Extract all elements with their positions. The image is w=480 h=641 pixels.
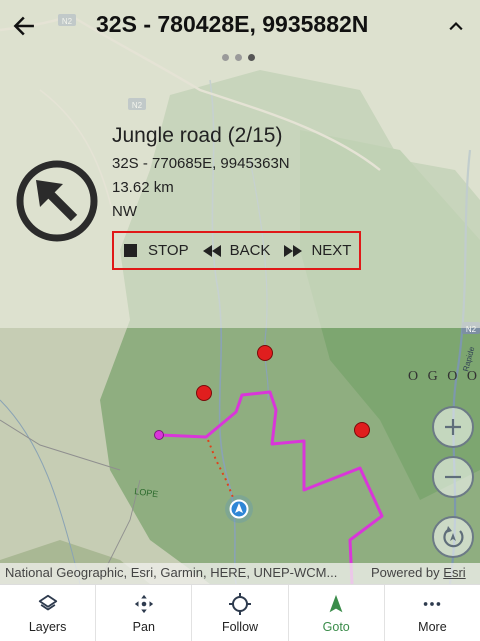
- waypoint-bearing: NW: [112, 203, 137, 220]
- pan-icon: [134, 594, 153, 614]
- esri-link[interactable]: Esri: [443, 565, 465, 580]
- plus-icon: [445, 419, 461, 435]
- navigation-icon: [329, 594, 343, 613]
- direction-arrow-icon: [16, 160, 98, 242]
- back-waypoint-button[interactable]: BACK: [202, 242, 271, 259]
- waypoint-name: Jungle road (2/15): [112, 124, 283, 147]
- next-label: NEXT: [311, 242, 352, 259]
- back-button[interactable]: [8, 10, 40, 42]
- current-location-marker: [225, 495, 253, 523]
- zoom-out-button[interactable]: [432, 456, 474, 498]
- nav-layers[interactable]: Layers: [0, 585, 95, 641]
- collapse-button[interactable]: [442, 12, 470, 40]
- waypoint-marker[interactable]: [354, 422, 370, 438]
- route-start-marker[interactable]: [154, 430, 164, 440]
- minus-icon: [445, 475, 461, 479]
- page-dot[interactable]: [235, 54, 242, 61]
- nav-label: Pan: [132, 620, 155, 634]
- powered-by: Powered by Esri: [371, 565, 466, 580]
- stop-button[interactable]: STOP: [124, 242, 189, 259]
- bottom-navigation: Layers Pan Follow Goto More: [0, 584, 480, 641]
- nav-label: Follow: [221, 620, 259, 634]
- powered-by-label: Powered by: [371, 565, 440, 580]
- arrow-left-icon: [13, 16, 34, 36]
- stop-icon: [124, 244, 137, 257]
- page-title: 32S - 780428E, 9935882N: [96, 11, 369, 37]
- fast-forward-icon: [284, 244, 303, 257]
- nav-label: More: [418, 620, 447, 634]
- rotate-icon: [443, 526, 464, 548]
- page-dot-active[interactable]: [248, 54, 255, 61]
- nav-goto[interactable]: Goto: [287, 585, 384, 641]
- map-attribution: National Geographic, Esri, Garmin, HERE,…: [0, 563, 480, 584]
- crosshair-icon: [229, 593, 251, 615]
- nav-follow[interactable]: Follow: [191, 585, 287, 641]
- waypoint-distance: 13.62 km: [112, 179, 174, 196]
- page-indicator: [222, 54, 255, 61]
- more-icon: [424, 602, 441, 606]
- chevron-up-icon: [449, 21, 463, 31]
- waypoint-marker[interactable]: [196, 385, 212, 401]
- next-waypoint-button[interactable]: NEXT: [284, 242, 351, 259]
- waypoint-coordinates: 32S - 770685E, 9945363N: [112, 155, 290, 172]
- nav-more[interactable]: More: [383, 585, 480, 641]
- page-dot[interactable]: [222, 54, 229, 61]
- attribution-sources: National Geographic, Esri, Garmin, HERE,…: [5, 565, 338, 580]
- top-bar: 32S - 780428E, 9935882N: [0, 0, 480, 52]
- nav-label: Layers: [28, 620, 67, 634]
- stop-label: STOP: [148, 242, 189, 259]
- nav-label: Goto: [322, 620, 350, 634]
- layers-icon: [38, 594, 57, 611]
- zoom-in-button[interactable]: [432, 406, 474, 448]
- rewind-icon: [202, 244, 221, 257]
- rotate-north-button[interactable]: [432, 516, 474, 558]
- navigation-controls: STOP BACK NEXT: [112, 231, 361, 270]
- nav-pan[interactable]: Pan: [95, 585, 191, 641]
- waypoint-marker[interactable]: [257, 345, 273, 361]
- back-label: BACK: [229, 242, 271, 259]
